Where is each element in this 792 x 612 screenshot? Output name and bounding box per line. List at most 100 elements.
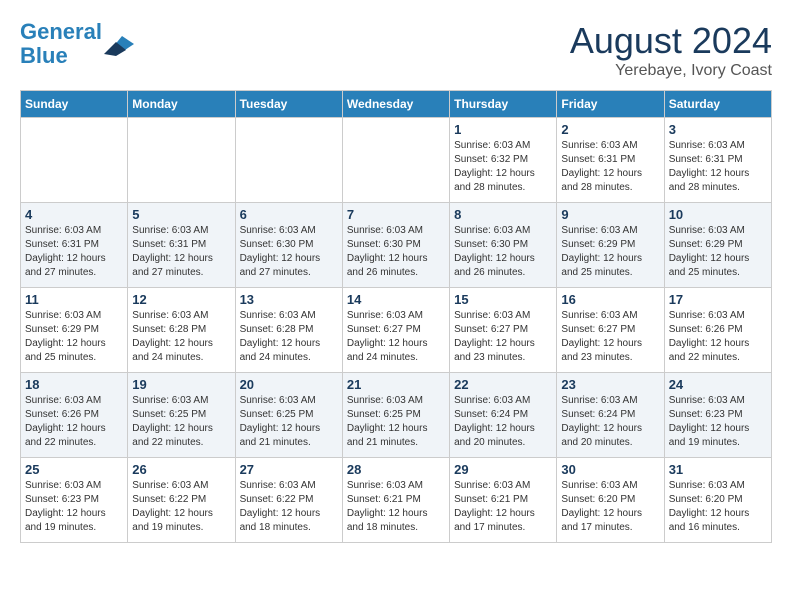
logo: GeneralBlue	[20, 20, 134, 68]
day-number: 13	[240, 292, 338, 307]
day-info: Sunrise: 6:03 AM Sunset: 6:30 PM Dayligh…	[454, 224, 552, 280]
day-number: 11	[25, 292, 123, 307]
calendar-cell: 29 Sunrise: 6:03 AM Sunset: 6:21 PM Dayli…	[450, 458, 557, 543]
day-info: Sunrise: 6:03 AM Sunset: 6:27 PM Dayligh…	[347, 309, 445, 365]
day-number: 3	[669, 122, 767, 137]
day-number: 25	[25, 462, 123, 477]
day-number: 27	[240, 462, 338, 477]
calendar-cell: 9 Sunrise: 6:03 AM Sunset: 6:29 PM Daylig…	[557, 203, 664, 288]
day-number: 15	[454, 292, 552, 307]
day-number: 8	[454, 207, 552, 222]
day-number: 31	[669, 462, 767, 477]
calendar-cell	[342, 118, 449, 203]
day-info: Sunrise: 6:03 AM Sunset: 6:22 PM Dayligh…	[132, 479, 230, 535]
day-info: Sunrise: 6:03 AM Sunset: 6:31 PM Dayligh…	[25, 224, 123, 280]
calendar-cell: 11 Sunrise: 6:03 AM Sunset: 6:29 PM Dayli…	[21, 288, 128, 373]
day-number: 12	[132, 292, 230, 307]
calendar-cell: 27 Sunrise: 6:03 AM Sunset: 6:22 PM Dayli…	[235, 458, 342, 543]
day-info: Sunrise: 6:03 AM Sunset: 6:22 PM Dayligh…	[240, 479, 338, 535]
calendar-cell: 12 Sunrise: 6:03 AM Sunset: 6:28 PM Dayli…	[128, 288, 235, 373]
day-number: 26	[132, 462, 230, 477]
calendar-cell: 19 Sunrise: 6:03 AM Sunset: 6:25 PM Dayli…	[128, 373, 235, 458]
day-number: 21	[347, 377, 445, 392]
day-info: Sunrise: 6:03 AM Sunset: 6:28 PM Dayligh…	[240, 309, 338, 365]
day-number: 9	[561, 207, 659, 222]
calendar-cell	[128, 118, 235, 203]
calendar-cell: 22 Sunrise: 6:03 AM Sunset: 6:24 PM Dayli…	[450, 373, 557, 458]
calendar-cell: 4Sunrise: 6:03 AM Sunset: 6:31 PM Daylig…	[21, 203, 128, 288]
day-info: Sunrise: 6:03 AM Sunset: 6:30 PM Dayligh…	[347, 224, 445, 280]
month-year: August 2024	[570, 20, 772, 62]
calendar-cell: 24 Sunrise: 6:03 AM Sunset: 6:23 PM Dayli…	[664, 373, 771, 458]
day-info: Sunrise: 6:03 AM Sunset: 6:25 PM Dayligh…	[347, 394, 445, 450]
calendar-cell: 26 Sunrise: 6:03 AM Sunset: 6:22 PM Dayli…	[128, 458, 235, 543]
day-number: 7	[347, 207, 445, 222]
calendar-cell: 8 Sunrise: 6:03 AM Sunset: 6:30 PM Daylig…	[450, 203, 557, 288]
dow-header: Saturday	[664, 91, 771, 118]
day-number: 24	[669, 377, 767, 392]
day-info: Sunrise: 6:03 AM Sunset: 6:32 PM Dayligh…	[454, 139, 552, 195]
calendar-cell: 30 Sunrise: 6:03 AM Sunset: 6:20 PM Dayli…	[557, 458, 664, 543]
calendar-cell: 14 Sunrise: 6:03 AM Sunset: 6:27 PM Dayli…	[342, 288, 449, 373]
day-number: 16	[561, 292, 659, 307]
day-info: Sunrise: 6:03 AM Sunset: 6:29 PM Dayligh…	[25, 309, 123, 365]
day-number: 10	[669, 207, 767, 222]
calendar-cell: 6Sunrise: 6:03 AM Sunset: 6:30 PM Daylig…	[235, 203, 342, 288]
day-number: 22	[454, 377, 552, 392]
day-number: 17	[669, 292, 767, 307]
dow-header: Thursday	[450, 91, 557, 118]
dow-header: Tuesday	[235, 91, 342, 118]
day-info: Sunrise: 6:03 AM Sunset: 6:25 PM Dayligh…	[240, 394, 338, 450]
day-info: Sunrise: 6:03 AM Sunset: 6:30 PM Dayligh…	[240, 224, 338, 280]
location: Yerebaye, Ivory Coast	[570, 62, 772, 80]
calendar-cell: 18 Sunrise: 6:03 AM Sunset: 6:26 PM Dayli…	[21, 373, 128, 458]
calendar-cell: 2 Sunrise: 6:03 AM Sunset: 6:31 PM Daylig…	[557, 118, 664, 203]
dow-header: Friday	[557, 91, 664, 118]
day-info: Sunrise: 6:03 AM Sunset: 6:21 PM Dayligh…	[454, 479, 552, 535]
calendar-cell: 13 Sunrise: 6:03 AM Sunset: 6:28 PM Dayli…	[235, 288, 342, 373]
calendar-cell: 5Sunrise: 6:03 AM Sunset: 6:31 PM Daylig…	[128, 203, 235, 288]
calendar-cell: 1 Sunrise: 6:03 AM Sunset: 6:32 PM Daylig…	[450, 118, 557, 203]
day-info: Sunrise: 6:03 AM Sunset: 6:31 PM Dayligh…	[669, 139, 767, 195]
calendar-cell: 7 Sunrise: 6:03 AM Sunset: 6:30 PM Daylig…	[342, 203, 449, 288]
day-number: 18	[25, 377, 123, 392]
day-number: 14	[347, 292, 445, 307]
dow-header: Sunday	[21, 91, 128, 118]
calendar-cell	[235, 118, 342, 203]
day-info: Sunrise: 6:03 AM Sunset: 6:24 PM Dayligh…	[454, 394, 552, 450]
day-info: Sunrise: 6:03 AM Sunset: 6:27 PM Dayligh…	[454, 309, 552, 365]
calendar-cell	[21, 118, 128, 203]
day-info: Sunrise: 6:03 AM Sunset: 6:27 PM Dayligh…	[561, 309, 659, 365]
day-info: Sunrise: 6:03 AM Sunset: 6:26 PM Dayligh…	[25, 394, 123, 450]
calendar-cell: 31 Sunrise: 6:03 AM Sunset: 6:20 PM Dayli…	[664, 458, 771, 543]
logo-icon	[104, 32, 134, 56]
calendar-cell: 3 Sunrise: 6:03 AM Sunset: 6:31 PM Daylig…	[664, 118, 771, 203]
calendar-cell: 21 Sunrise: 6:03 AM Sunset: 6:25 PM Dayli…	[342, 373, 449, 458]
day-number: 30	[561, 462, 659, 477]
day-info: Sunrise: 6:03 AM Sunset: 6:29 PM Dayligh…	[669, 224, 767, 280]
day-info: Sunrise: 6:03 AM Sunset: 6:23 PM Dayligh…	[669, 394, 767, 450]
day-info: Sunrise: 6:03 AM Sunset: 6:26 PM Dayligh…	[669, 309, 767, 365]
day-number: 5	[132, 207, 230, 222]
page-header: GeneralBlue August 2024 Yerebaye, Ivory …	[20, 20, 772, 80]
day-number: 20	[240, 377, 338, 392]
dow-header: Monday	[128, 91, 235, 118]
day-info: Sunrise: 6:03 AM Sunset: 6:31 PM Dayligh…	[561, 139, 659, 195]
day-info: Sunrise: 6:03 AM Sunset: 6:29 PM Dayligh…	[561, 224, 659, 280]
day-info: Sunrise: 6:03 AM Sunset: 6:24 PM Dayligh…	[561, 394, 659, 450]
day-number: 28	[347, 462, 445, 477]
day-number: 2	[561, 122, 659, 137]
day-number: 1	[454, 122, 552, 137]
day-info: Sunrise: 6:03 AM Sunset: 6:25 PM Dayligh…	[132, 394, 230, 450]
calendar-cell: 15 Sunrise: 6:03 AM Sunset: 6:27 PM Dayli…	[450, 288, 557, 373]
day-number: 29	[454, 462, 552, 477]
title-block: August 2024 Yerebaye, Ivory Coast	[570, 20, 772, 80]
day-number: 19	[132, 377, 230, 392]
calendar-cell: 25Sunrise: 6:03 AM Sunset: 6:23 PM Dayli…	[21, 458, 128, 543]
calendar-cell: 17 Sunrise: 6:03 AM Sunset: 6:26 PM Dayli…	[664, 288, 771, 373]
day-info: Sunrise: 6:03 AM Sunset: 6:20 PM Dayligh…	[669, 479, 767, 535]
day-info: Sunrise: 6:03 AM Sunset: 6:21 PM Dayligh…	[347, 479, 445, 535]
day-info: Sunrise: 6:03 AM Sunset: 6:20 PM Dayligh…	[561, 479, 659, 535]
day-info: Sunrise: 6:03 AM Sunset: 6:28 PM Dayligh…	[132, 309, 230, 365]
dow-header: Wednesday	[342, 91, 449, 118]
